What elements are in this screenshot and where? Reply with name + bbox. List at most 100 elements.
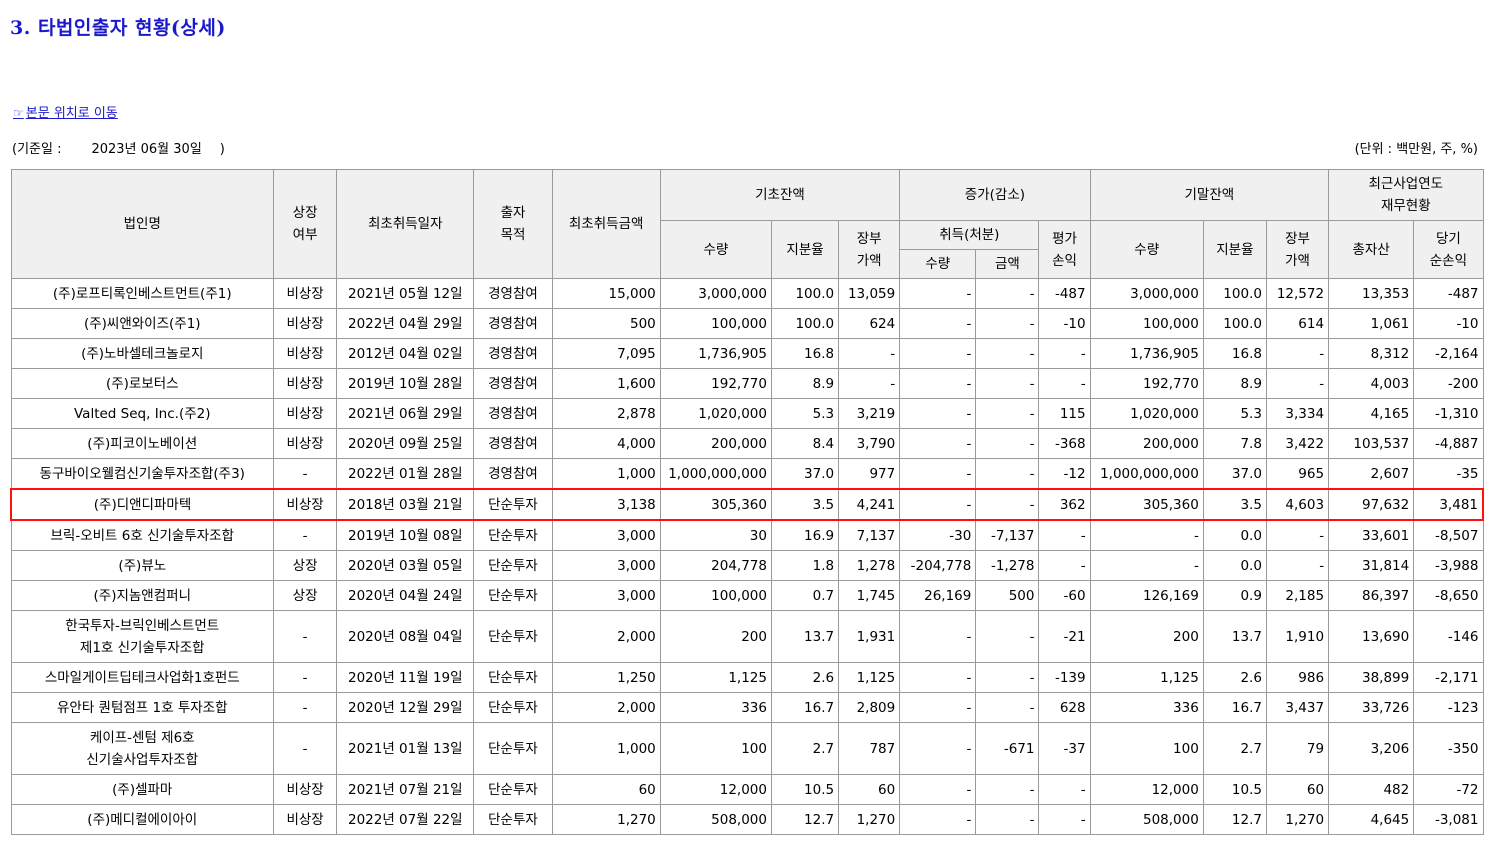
purpose-cell: 단순투자 xyxy=(473,662,553,693)
company-name-line: (주)로보터스 xyxy=(105,375,179,392)
acq-amount-cell: - xyxy=(975,804,1040,835)
end-qty-cell: 200 xyxy=(1089,610,1204,663)
first-date-cell: 2021년 05월 12일 xyxy=(336,278,475,309)
listed-cell: 비상장 xyxy=(273,398,338,429)
begin-share-cell: 5.3 xyxy=(770,398,840,429)
end-book-cell: 79 xyxy=(1265,722,1330,775)
company-name-line: (주)피코이노베이션 xyxy=(87,435,198,452)
begin-qty-cell: 3,000,000 xyxy=(659,278,772,309)
company-name-line: 케이프-센텀 제6호 xyxy=(89,729,195,746)
first-date-cell: 2020년 04월 24일 xyxy=(336,580,475,611)
begin-book-cell: - xyxy=(838,338,901,369)
begin-qty-cell: 305,360 xyxy=(659,488,772,521)
end-share-cell: 5.3 xyxy=(1202,398,1267,429)
end-book-cell: - xyxy=(1265,519,1330,551)
acq-amount-cell: - xyxy=(975,308,1040,339)
total-assets-cell: 13,353 xyxy=(1328,278,1415,309)
jump-to-body-link[interactable]: ☞ 본문 위치로 이동 xyxy=(13,102,118,121)
begin-share-cell: 10.5 xyxy=(770,774,840,805)
acq-amount-cell: - xyxy=(975,774,1040,805)
begin-share-cell: 2.6 xyxy=(770,662,840,693)
end-book-cell: 965 xyxy=(1265,458,1330,490)
net-income-cell: -4,887 xyxy=(1413,428,1484,459)
company-name-line: (주)뷰노 xyxy=(118,557,167,574)
end-book-cell: - xyxy=(1265,338,1330,369)
net-income-cell: -123 xyxy=(1413,692,1484,723)
company-name-cell: (주)디앤디파마텍 xyxy=(10,488,275,521)
net-income-cell: -2,171 xyxy=(1413,662,1484,693)
end-book-cell: 4,603 xyxy=(1265,488,1330,521)
begin-book-cell: 977 xyxy=(838,458,901,490)
table-row: (주)로프티록인베스트먼트(주1) 비상장 2021년 05월 12일 경영참여 15,… xyxy=(10,278,1484,309)
listed-cell: 비상장 xyxy=(273,428,338,459)
end-qty-cell: 1,020,000 xyxy=(1089,398,1204,429)
first-amount-cell: 1,250 xyxy=(551,662,661,693)
first-date-cell: 2021년 07월 21일 xyxy=(336,774,475,805)
company-name-cell: 동구바이오웰컴신기술투자조합(주3) xyxy=(10,458,275,490)
company-name-line: (주)씨앤와이즈(주1) xyxy=(83,315,201,332)
table-row: (주)로보터스 비상장 2019년 10월 28일 경영참여 1,600 192,770 8… xyxy=(10,368,1484,399)
end-share-cell: 100.0 xyxy=(1202,308,1267,339)
eval-cell: - xyxy=(1038,774,1091,805)
end-share-cell: 12.7 xyxy=(1202,804,1267,835)
listed-cell: 비상장 xyxy=(273,338,338,369)
begin-book-cell: 3,219 xyxy=(838,398,901,429)
begin-qty-cell: 30 xyxy=(659,519,772,551)
purpose-cell: 단순투자 xyxy=(473,692,553,723)
end-qty-cell: 336 xyxy=(1089,692,1204,723)
begin-share-cell: 3.5 xyxy=(770,488,840,521)
acq-amount-cell: -671 xyxy=(975,722,1040,775)
company-name-cell: 브릭-오비트 6호 신기술투자조합 xyxy=(10,519,275,551)
end-qty-cell: 1,125 xyxy=(1089,662,1204,693)
acq-qty-cell: -30 xyxy=(899,519,977,551)
first-amount-cell: 3,138 xyxy=(551,488,661,521)
begin-share-cell: 13.7 xyxy=(770,610,840,663)
company-name-cell: (주)피코이노베이션 xyxy=(10,428,275,459)
header-financials: 최근사업연도 재무현황 xyxy=(1328,169,1484,221)
net-income-cell: -3,081 xyxy=(1413,804,1484,835)
acq-amount-cell: - xyxy=(975,610,1040,663)
begin-qty-cell: 204,778 xyxy=(659,550,772,581)
purpose-cell: 경영참여 xyxy=(473,368,553,399)
net-income-cell: -35 xyxy=(1413,458,1484,490)
first-amount-cell: 4,000 xyxy=(551,428,661,459)
listed-cell: 비상장 xyxy=(273,804,338,835)
listed-cell: 비상장 xyxy=(273,774,338,805)
company-name-cell: (주)셀파마 xyxy=(10,774,275,805)
header-eval: 평가 손익 xyxy=(1038,220,1091,279)
header-change: 증가(감소) xyxy=(899,169,1091,221)
acq-qty-cell: - xyxy=(899,308,977,339)
begin-share-cell: 1.8 xyxy=(770,550,840,581)
end-share-cell: 16.8 xyxy=(1202,338,1267,369)
company-name-cell: 스마일게이트딥테크사업화1호펀드 xyxy=(10,662,275,693)
begin-qty-cell: 200 xyxy=(659,610,772,663)
eval-cell: - xyxy=(1038,368,1091,399)
end-book-cell: 986 xyxy=(1265,662,1330,693)
begin-share-cell: 37.0 xyxy=(770,458,840,490)
listed-cell: 상장 xyxy=(273,580,338,611)
table-row: Valted Seq, Inc.(주2) 비상장 2021년 06월 29일 경영참여… xyxy=(10,398,1484,429)
end-share-cell: 100.0 xyxy=(1202,278,1267,309)
company-name-cell: (주)메디컬에이아이 xyxy=(10,804,275,835)
table-row: (주)노바셀테크놀로지 비상장 2012년 04월 02일 경영참여 7,095 1,73… xyxy=(10,338,1484,369)
end-book-cell: 1,910 xyxy=(1265,610,1330,663)
listed-cell: 상장 xyxy=(273,550,338,581)
eval-cell: - xyxy=(1038,804,1091,835)
begin-share-cell: 16.7 xyxy=(770,692,840,723)
begin-share-cell: 8.9 xyxy=(770,368,840,399)
total-assets-cell: 38,899 xyxy=(1328,662,1415,693)
eval-cell: -60 xyxy=(1038,580,1091,611)
listed-cell: - xyxy=(273,722,338,775)
eval-cell: 628 xyxy=(1038,692,1091,723)
first-date-cell: 2019년 10월 08일 xyxy=(336,519,475,551)
begin-book-cell: 624 xyxy=(838,308,901,339)
begin-book-cell: 60 xyxy=(838,774,901,805)
first-date-cell: 2020년 09월 25일 xyxy=(336,428,475,459)
net-income-cell: -8,507 xyxy=(1413,519,1484,551)
acq-amount-cell: - xyxy=(975,398,1040,429)
end-qty-cell: 1,736,905 xyxy=(1089,338,1204,369)
begin-book-cell: 1,745 xyxy=(838,580,901,611)
begin-qty-cell: 508,000 xyxy=(659,804,772,835)
listed-cell: 비상장 xyxy=(273,368,338,399)
acq-qty-cell: - xyxy=(899,458,977,490)
